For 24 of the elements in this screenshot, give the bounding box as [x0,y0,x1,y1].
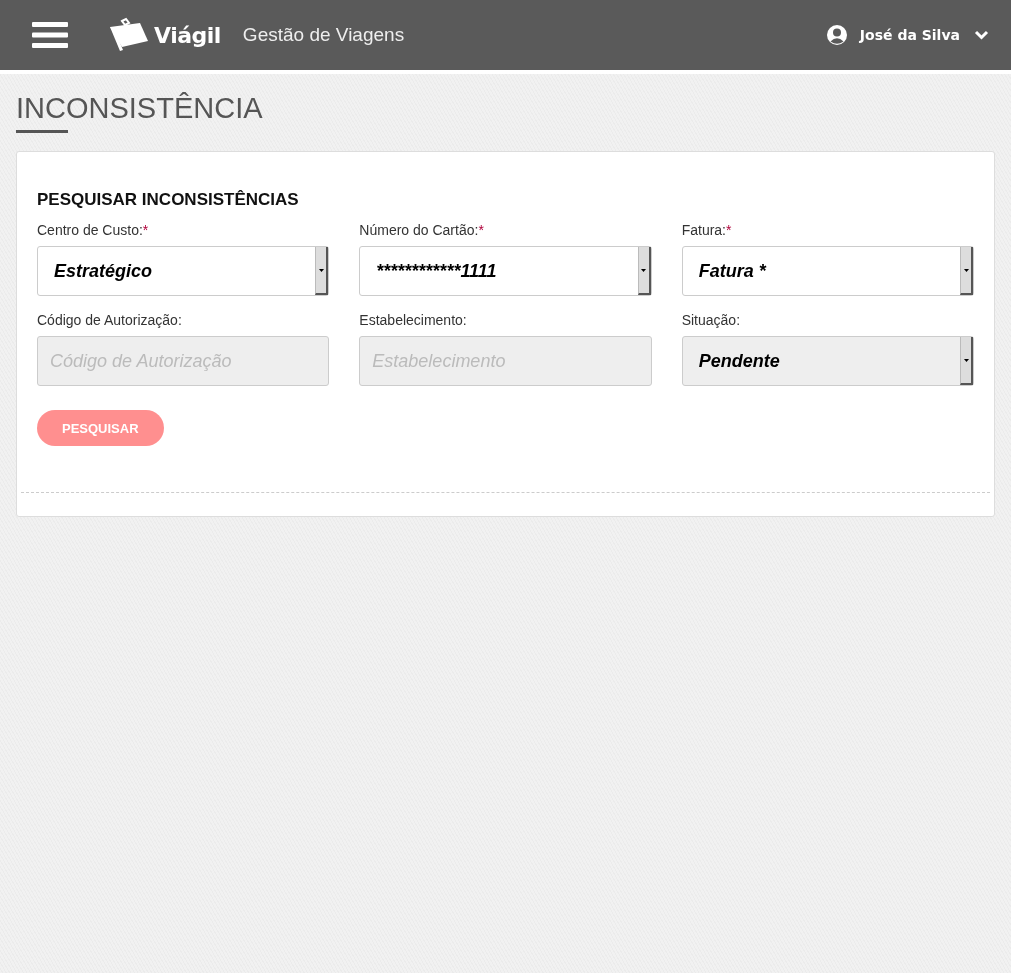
app-subtitle: Gestão de Viagens [242,24,405,46]
dropdown-field[interactable]: ************1111 [359,246,652,296]
field-label: Estabelecimento: [359,312,467,328]
field-label: Número do Cartão: [359,222,479,238]
dropdown-field[interactable]: Fatura * [681,246,974,296]
field-label: Fatura: [681,222,726,238]
section-title: PESQUISAR INCONSISTÊNCIAS [37,190,300,210]
chevron-down-icon[interactable] [974,30,989,40]
field-label: Centro de Custo: [37,222,143,238]
caret-icon [318,268,324,272]
user-icon[interactable] [825,24,848,46]
dropdown-field[interactable]: Estratégico [37,246,330,296]
required-mark: * [142,222,149,238]
caret-icon [963,268,969,272]
required-mark: * [478,222,484,238]
suitcase-icon [108,17,150,53]
brand-name: Viágil [154,22,221,48]
caret-icon [641,268,647,272]
user-name[interactable]: José da Silva [859,27,960,43]
menu-icon[interactable] [32,22,68,48]
caret-icon [963,358,969,362]
field-label: Código de Autorização: [37,312,182,328]
field-label: Situação: [681,312,741,328]
required-mark: * [726,222,732,238]
